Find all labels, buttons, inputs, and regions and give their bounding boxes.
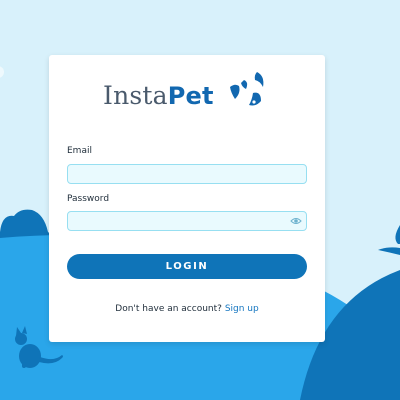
login-card: InstaPet Email Password LOGIN Don't have… bbox=[49, 55, 325, 342]
password-field[interactable] bbox=[67, 211, 307, 231]
background-circle bbox=[0, 66, 4, 78]
login-button[interactable]: LOGIN bbox=[67, 254, 307, 279]
logo-text-pet: Pet bbox=[167, 82, 214, 110]
signup-prompt: Don't have an account? bbox=[115, 304, 222, 314]
signup-link[interactable]: Sign up bbox=[225, 304, 259, 314]
right-edge-shape bbox=[395, 225, 400, 244]
eye-icon[interactable] bbox=[290, 216, 302, 226]
paw-mark-icon bbox=[230, 72, 264, 106]
email-field[interactable] bbox=[67, 164, 307, 184]
signup-row: Don't have an account? Sign up bbox=[49, 304, 325, 314]
password-label: Password bbox=[67, 194, 110, 204]
right-edge-bird bbox=[378, 247, 400, 255]
logo-wordmark: InstaPet bbox=[103, 81, 214, 110]
logo-text-insta: Insta bbox=[103, 81, 168, 110]
email-label: Email bbox=[67, 146, 92, 156]
instapet-logo: InstaPet bbox=[103, 71, 283, 115]
